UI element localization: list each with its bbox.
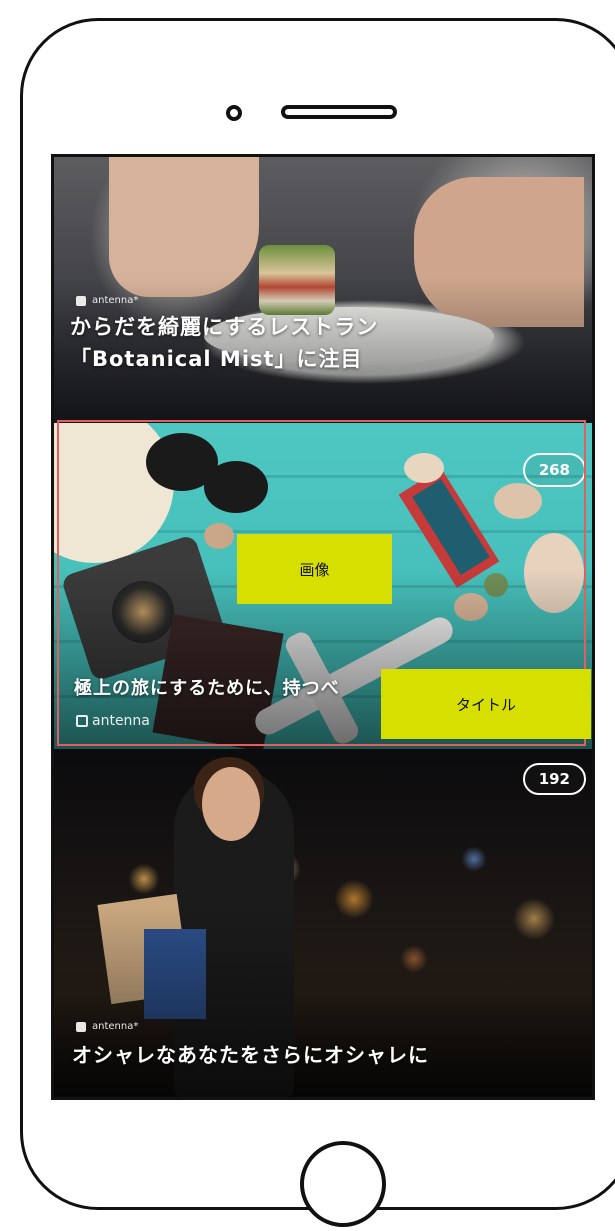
- article-title: 極上の旅にするために、持つべ: [74, 678, 340, 699]
- view-count-badge: 268: [522, 453, 586, 487]
- article-source: antenna*: [76, 1021, 138, 1032]
- antenna-logo-icon: [76, 715, 88, 727]
- article-source: antenna: [76, 713, 150, 729]
- app-screen: antenna* からだを綺麗にするレストラン 「Botanical Mist」…: [51, 154, 595, 1100]
- antenna-logo-icon: [76, 1021, 86, 1032]
- article-source: antenna*: [76, 295, 138, 306]
- home-button[interactable]: [300, 1141, 386, 1227]
- article-source-label: antenna*: [92, 1021, 139, 1032]
- camera-icon: [226, 105, 242, 121]
- image-annotation-label: 画像: [237, 534, 392, 604]
- article-card-fashion[interactable]: 192 antenna* オシャレなあなたをさらにオシャレに: [54, 749, 592, 1097]
- article-title: オシャレなあなたをさらにオシャレに: [72, 1043, 429, 1067]
- article-title-line1: からだを綺麗にするレストラン: [70, 315, 379, 339]
- article-title: からだを綺麗にするレストラン 「Botanical Mist」に注目: [70, 311, 378, 375]
- article-source-label: antenna*: [92, 295, 139, 306]
- speaker-icon: [281, 105, 397, 119]
- view-count-badge: 192: [522, 763, 586, 795]
- article-title-line2: 「Botanical Mist」に注目: [70, 347, 363, 371]
- antenna-logo-icon: [76, 295, 86, 306]
- title-annotation-label: タイトル: [381, 669, 591, 739]
- article-source-label: antenna: [92, 713, 150, 729]
- article-card-restaurant[interactable]: antenna* からだを綺麗にするレストラン 「Botanical Mist」…: [54, 157, 592, 423]
